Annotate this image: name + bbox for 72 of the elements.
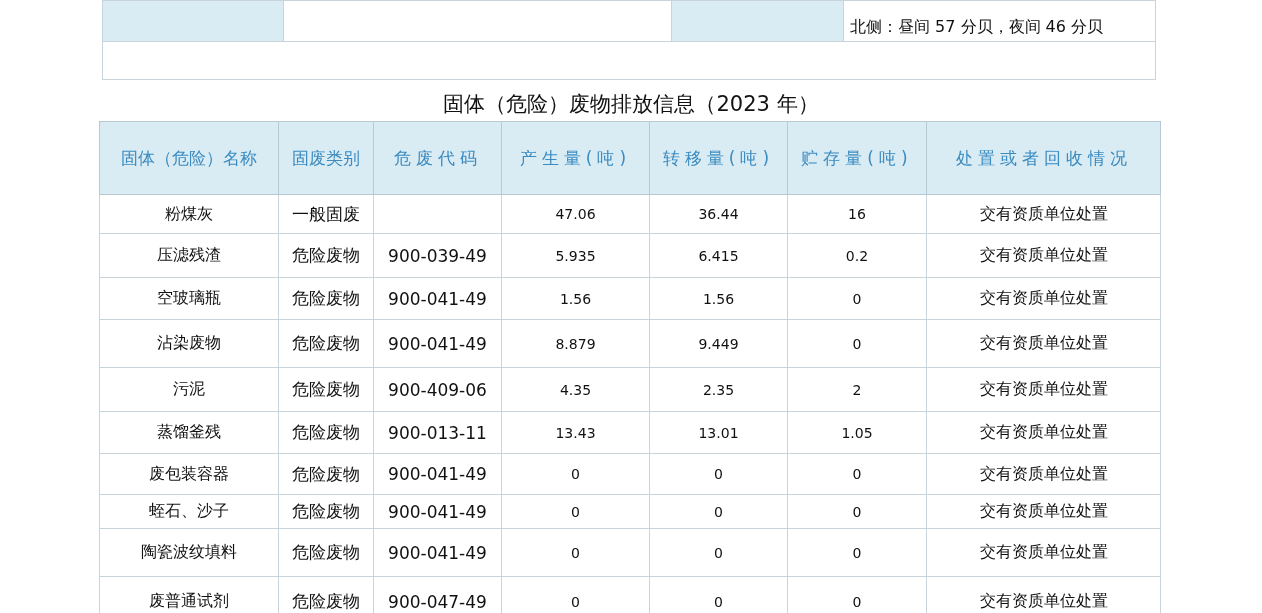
table-cell: 16 (787, 194, 927, 234)
table-cell: 9.449 (649, 319, 788, 368)
table-cell: 交有资质单位处置 (926, 233, 1161, 278)
table-cell: 交有资质单位处置 (926, 367, 1161, 412)
table-cell: 危险废物 (278, 367, 374, 412)
table-cell: 900-013-11 (373, 411, 502, 454)
table-cell: 危险废物 (278, 528, 374, 577)
table-cell: 13.43 (501, 411, 650, 454)
table-cell: 0 (649, 494, 788, 529)
table-cell: 交有资质单位处置 (926, 528, 1161, 577)
table-cell: 0 (787, 528, 927, 577)
table-cell: 900-041-49 (373, 528, 502, 577)
table-cell: 沾染废物 (99, 319, 279, 368)
table-cell: 0 (787, 494, 927, 529)
column-header: 转移量(吨) (649, 121, 788, 195)
table-cell: 粉煤灰 (99, 194, 279, 234)
table-cell: 900-041-49 (373, 494, 502, 529)
table-cell: 5.935 (501, 233, 650, 278)
table-cell: 0 (501, 528, 650, 577)
table-cell: 900-039-49 (373, 233, 502, 278)
table-cell: 空玻璃瓶 (99, 277, 279, 320)
table-cell: 废包装容器 (99, 453, 279, 495)
table-title: 固体（危险）废物排放信息（2023 年） (442, 91, 820, 118)
table-cell: 交有资质单位处置 (926, 494, 1161, 529)
value-cell: 北侧：昼间 57 分贝，夜间 46 分贝 (843, 0, 1156, 42)
table-cell: 交有资质单位处置 (926, 411, 1161, 454)
table-cell: 36.44 (649, 194, 788, 234)
table-cell: 2.35 (649, 367, 788, 412)
table-cell: 0 (787, 453, 927, 495)
table-cell: 危险废物 (278, 233, 374, 278)
table-cell: 0 (787, 319, 927, 368)
table-cell: 0 (787, 277, 927, 320)
table-cell: 1.56 (649, 277, 788, 320)
table-cell: 900-409-06 (373, 367, 502, 412)
table-cell: 2 (787, 367, 927, 412)
table-cell: 4.35 (501, 367, 650, 412)
table-cell: 900-041-49 (373, 319, 502, 368)
table-cell: 危险废物 (278, 411, 374, 454)
column-header: 产生量(吨) (501, 121, 650, 195)
table-cell: 危险废物 (278, 494, 374, 529)
table-cell: 8.879 (501, 319, 650, 368)
table-cell: 交有资质单位处置 (926, 194, 1161, 234)
table-cell: 900-041-49 (373, 277, 502, 320)
table-cell: 13.01 (649, 411, 788, 454)
table-cell: 蒸馏釜残 (99, 411, 279, 454)
table-cell: 0 (501, 494, 650, 529)
table-cell: 陶瓷波纹填料 (99, 528, 279, 577)
table-cell: 6.415 (649, 233, 788, 278)
table-cell: 交有资质单位处置 (926, 277, 1161, 320)
table-cell: 900-041-49 (373, 453, 502, 495)
table-cell: 交有资质单位处置 (926, 319, 1161, 368)
table-cell: 0 (501, 453, 650, 495)
column-header: 处置或者回收情况 (926, 121, 1161, 195)
table-cell: 蛭石、沙子 (99, 494, 279, 529)
table-cell: 交有资质单位处置 (926, 453, 1161, 495)
column-header: 固废类别 (278, 121, 374, 195)
table-cell: 危险废物 (278, 319, 374, 368)
table-cell: 危险废物 (278, 277, 374, 320)
table-cell: 污泥 (99, 367, 279, 412)
column-header: 固体（危险）名称 (99, 121, 279, 195)
table-cell: 1.56 (501, 277, 650, 320)
table-cell: 废普通试剂 (99, 576, 279, 613)
column-header: 危废代码 (373, 121, 502, 195)
table-cell: 47.06 (501, 194, 650, 234)
table-cell: 危险废物 (278, 453, 374, 495)
column-header: 贮存量(吨) (787, 121, 927, 195)
table-cell: 压滤残渣 (99, 233, 279, 278)
table-cell: 一般固废 (278, 194, 374, 234)
table-cell: 0.2 (787, 233, 927, 278)
table-cell: 1.05 (787, 411, 927, 454)
table-cell: 0 (649, 453, 788, 495)
table-cell: 0 (649, 528, 788, 577)
